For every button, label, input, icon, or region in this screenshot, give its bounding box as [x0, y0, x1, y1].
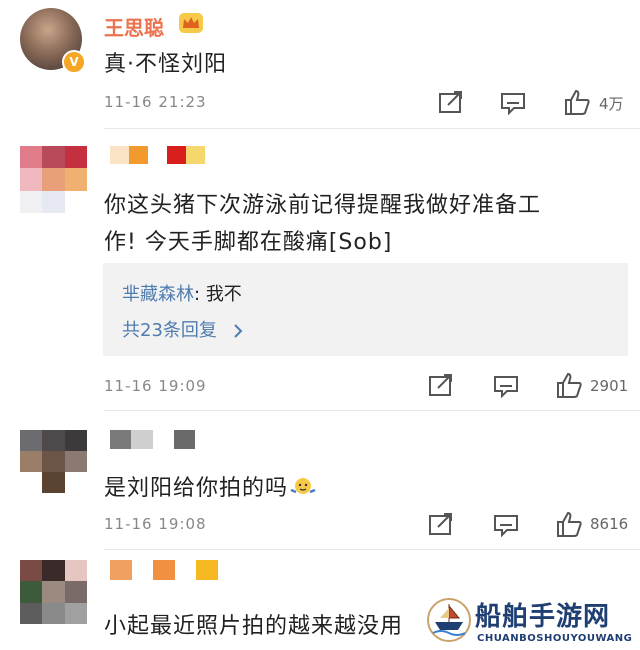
chevron-right-icon — [233, 324, 243, 338]
comment-text: 你这头猪下次游泳前记得提醒我做好准备工 — [104, 193, 542, 218]
crown-icon — [179, 13, 203, 33]
comment-icon[interactable] — [500, 91, 526, 115]
share-icon[interactable] — [438, 90, 464, 114]
more-replies-link[interactable]: 共23条回复 — [122, 316, 243, 342]
watermark-subtitle: CHUANBOSHOUYOUWANG — [477, 633, 633, 644]
like-count: 4万 — [599, 95, 624, 113]
like-icon[interactable] — [555, 371, 583, 399]
comment-icon[interactable] — [493, 374, 519, 398]
reply-box[interactable] — [103, 263, 628, 356]
reply-preview: 芈藏森林: 我不 — [122, 280, 242, 306]
username[interactable] — [110, 560, 218, 580]
comment-text: 小起最近照片拍的越来越没用 — [104, 614, 404, 639]
like-count: 2901 — [590, 377, 629, 395]
post-time: 11-16 21:23 — [104, 93, 207, 111]
like-count: 8616 — [590, 515, 629, 533]
reply-separator: : — [194, 284, 201, 305]
share-icon[interactable] — [428, 512, 454, 536]
divider — [104, 410, 640, 411]
username[interactable]: 王思聪 — [104, 12, 164, 41]
comment-time: 11-16 19:08 — [104, 515, 207, 533]
reply-text: 我不 — [205, 284, 242, 305]
comment-text: 是刘阳给你拍的吗 — [104, 470, 316, 502]
more-replies-label: 共23条回复 — [122, 320, 217, 341]
avatar[interactable] — [20, 430, 87, 493]
share-icon[interactable] — [428, 373, 454, 397]
avatar[interactable] — [20, 146, 87, 213]
watermark-title: 船舶手游网 — [475, 602, 611, 632]
divider — [104, 128, 640, 129]
comment-text: 作! 今天手脚都在酸痛[Sob] — [104, 230, 393, 255]
comment-icon[interactable] — [493, 513, 519, 537]
ship-logo-icon — [427, 598, 471, 642]
like-icon[interactable] — [563, 88, 591, 116]
verified-badge-icon: V — [62, 50, 86, 74]
like-icon[interactable] — [555, 510, 583, 538]
comment-text-content: 是刘阳给你拍的吗 — [104, 476, 289, 501]
username[interactable] — [110, 430, 195, 449]
username[interactable] — [110, 146, 205, 164]
post-text: 真·不怪刘阳 — [104, 52, 227, 77]
reply-username[interactable]: 芈藏森林 — [122, 284, 194, 305]
watermark: 船舶手游网 CHUANBOSHOUYOUWANG — [425, 592, 637, 650]
divider — [104, 549, 640, 550]
shrug-emoji-icon — [290, 478, 316, 494]
avatar[interactable] — [20, 560, 87, 624]
comment-time: 11-16 19:09 — [104, 377, 207, 395]
